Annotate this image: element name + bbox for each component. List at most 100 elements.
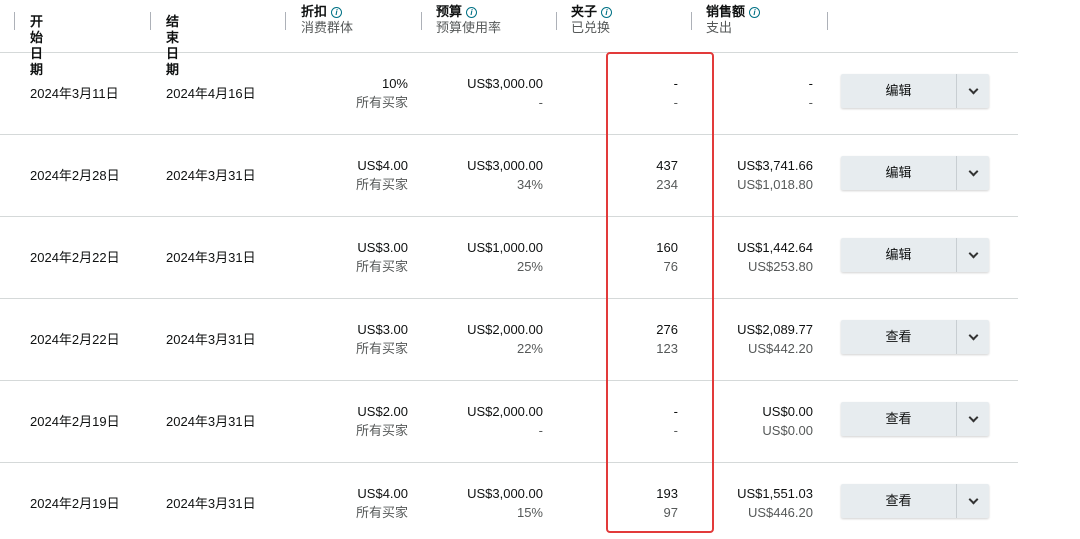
chevron-down-icon: [968, 84, 978, 94]
audience-value: 所有买家: [355, 177, 408, 192]
spend-value: US$0.00: [762, 423, 813, 438]
dropdown-toggle[interactable]: [957, 320, 989, 354]
clip-cell: 160 76: [600, 238, 678, 276]
discount-cell: US$4.00 所有买家: [300, 484, 408, 522]
clips-value: 193: [656, 486, 678, 501]
end-date: 2024年3月31日: [166, 414, 256, 429]
action-button[interactable]: 编辑: [841, 74, 956, 108]
info-icon[interactable]: i: [601, 6, 613, 18]
dropdown-toggle[interactable]: [957, 402, 989, 436]
sales-value: -: [808, 76, 813, 91]
budget-cell: US$1,000.00 25%: [430, 238, 543, 276]
budget-cell: US$3,000.00 15%: [430, 484, 543, 522]
column-divider: [14, 12, 15, 30]
header-budget[interactable]: 预算 i 预算使用率: [436, 4, 501, 36]
action-split-button: 查看: [841, 484, 989, 518]
table-row: 2024年2月19日 2024年3月31日 US$4.00 所有买家 US$3,…: [0, 463, 1018, 539]
sales-value: US$0.00: [762, 404, 813, 419]
audience-value: 所有买家: [355, 341, 408, 356]
sales-cell: US$2,089.77 US$442.20: [700, 320, 813, 358]
budget-usage-value: -: [538, 95, 543, 110]
dropdown-toggle[interactable]: [957, 484, 989, 518]
spend-value: US$446.20: [747, 505, 813, 520]
header-budget-label: 预算: [436, 4, 463, 19]
redeemed-value: 97: [663, 505, 678, 520]
sales-value: US$2,089.77: [737, 322, 813, 337]
info-icon[interactable]: i: [749, 6, 761, 18]
redeemed-value: -: [673, 95, 678, 110]
chevron-down-icon: [968, 412, 978, 422]
sales-value: US$1,442.64: [737, 240, 813, 255]
end-date: 2024年3月31日: [166, 250, 256, 265]
budget-usage-value: 15%: [516, 505, 543, 520]
header-budget-sublabel: 预算使用率: [436, 20, 502, 35]
action-split-button: 查看: [841, 320, 989, 354]
spend-value: US$442.20: [747, 341, 813, 356]
clips-value: 276: [656, 322, 678, 337]
header-sales[interactable]: 销售额 i 支出: [706, 4, 761, 36]
dropdown-toggle[interactable]: [957, 238, 989, 272]
chevron-down-icon: [968, 166, 978, 176]
column-divider: [421, 12, 422, 30]
budget-value: US$1,000.00: [467, 240, 543, 255]
info-icon[interactable]: i: [331, 6, 343, 18]
sales-value: US$1,551.03: [737, 486, 813, 501]
spend-value: US$1,018.80: [737, 177, 813, 192]
clip-cell: 437 234: [600, 156, 678, 194]
chevron-down-icon: [968, 330, 978, 340]
header-clip-sublabel: 已兑换: [571, 20, 611, 35]
sales-value: US$3,741.66: [737, 158, 813, 173]
chevron-down-icon: [968, 494, 978, 504]
budget-cell: US$2,000.00 22%: [430, 320, 543, 358]
header-sales-label: 销售额: [706, 4, 746, 19]
audience-value: 所有买家: [355, 259, 408, 274]
info-icon[interactable]: i: [466, 6, 478, 18]
sales-cell: US$0.00 US$0.00: [700, 402, 813, 440]
end-date: 2024年3月31日: [166, 496, 256, 511]
dropdown-toggle[interactable]: [957, 74, 989, 108]
discount-cell: 10% 所有买家: [300, 74, 408, 112]
clip-cell: 193 97: [600, 484, 678, 522]
dropdown-toggle[interactable]: [957, 156, 989, 190]
redeemed-value: 234: [656, 177, 678, 192]
spend-value: -: [808, 95, 813, 110]
start-date: 2024年2月19日: [30, 414, 120, 429]
budget-usage-value: -: [538, 423, 543, 438]
header-clip[interactable]: 夹子 i 已兑换: [571, 4, 613, 36]
action-button[interactable]: 查看: [841, 320, 956, 354]
end-date: 2024年3月31日: [166, 168, 256, 183]
sales-cell: - -: [700, 74, 813, 112]
end-date: 2024年4月16日: [166, 86, 256, 101]
start-date: 2024年2月28日: [30, 168, 120, 183]
discount-value: 10%: [381, 76, 408, 91]
clip-cell: - -: [600, 402, 678, 440]
budget-cell: US$3,000.00 -: [430, 74, 543, 112]
action-split-button: 查看: [841, 402, 989, 436]
discount-cell: US$4.00 所有买家: [300, 156, 408, 194]
discount-cell: US$2.00 所有买家: [300, 402, 408, 440]
action-button[interactable]: 查看: [841, 484, 956, 518]
chevron-down-icon: [968, 248, 978, 258]
discount-value: US$3.00: [357, 322, 408, 337]
table-row: 2024年2月22日 2024年3月31日 US$3.00 所有买家 US$2,…: [0, 299, 1018, 381]
budget-value: US$3,000.00: [467, 158, 543, 173]
budget-usage-value: 22%: [516, 341, 543, 356]
start-date: 2024年2月22日: [30, 332, 120, 347]
budget-value: US$3,000.00: [467, 486, 543, 501]
header-discount-sublabel: 消费群体: [301, 20, 354, 35]
clips-value: 160: [656, 240, 678, 255]
budget-cell: US$3,000.00 34%: [430, 156, 543, 194]
header-discount[interactable]: 折扣 i 消费群体: [301, 4, 353, 36]
budget-value: US$3,000.00: [467, 76, 543, 91]
action-split-button: 编辑: [841, 74, 989, 108]
budget-usage-value: 25%: [516, 259, 543, 274]
action-button[interactable]: 查看: [841, 402, 956, 436]
action-button[interactable]: 编辑: [841, 238, 956, 272]
audience-value: 所有买家: [355, 95, 408, 110]
action-button[interactable]: 编辑: [841, 156, 956, 190]
discount-value: US$4.00: [357, 158, 408, 173]
clips-value: 437: [656, 158, 678, 173]
column-divider: [556, 12, 557, 30]
discount-value: US$4.00: [357, 486, 408, 501]
column-divider: [150, 12, 151, 30]
